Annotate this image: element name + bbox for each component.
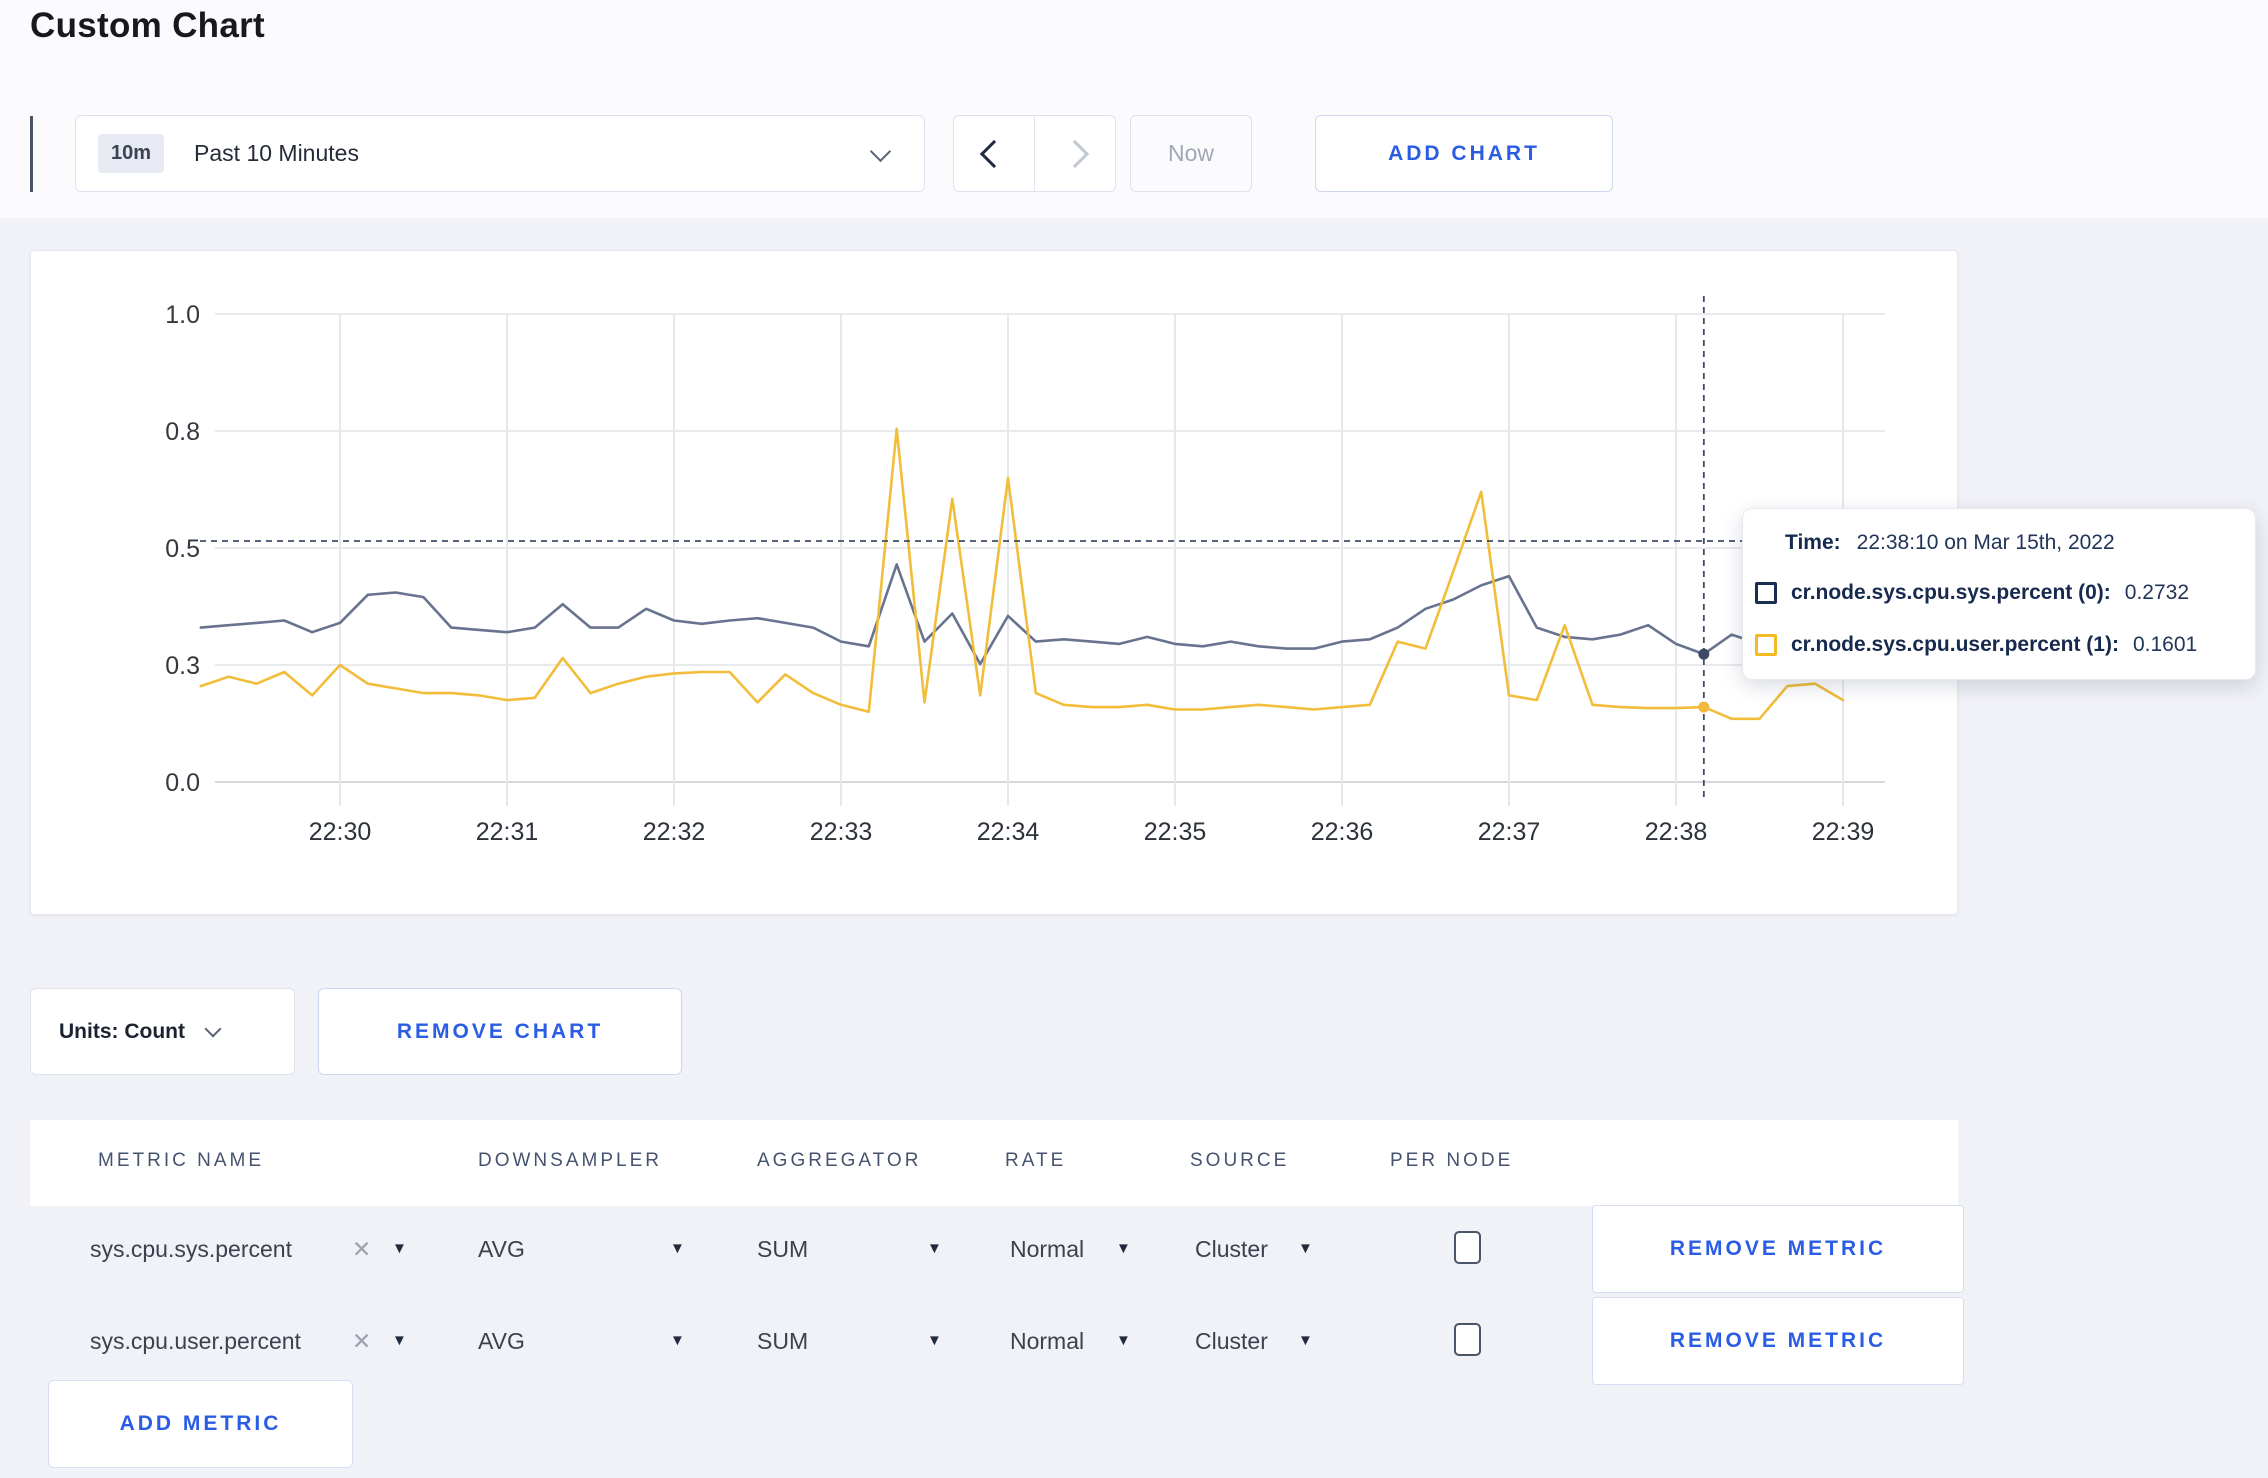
tooltip-time-row: Time: 22:38:10 on Mar 15th, 2022 [1785, 531, 2115, 555]
rate-select[interactable]: Normal [1010, 1236, 1084, 1263]
page-header: Custom Chart 10m Past 10 Minutes Now ADD… [0, 0, 2268, 218]
metric-name-value: sys.cpu.sys.percent [90, 1236, 292, 1262]
clear-metric-icon[interactable]: ✕ [352, 1328, 371, 1355]
aggregator-select[interactable]: SUM [757, 1328, 808, 1355]
now-button[interactable]: Now [1130, 115, 1252, 192]
source-select[interactable]: Cluster [1195, 1328, 1268, 1355]
time-range-badge: 10m [98, 134, 165, 173]
chevron-right-icon [1060, 139, 1090, 168]
time-range-label: Past 10 Minutes [194, 140, 359, 166]
tooltip-series-row: cr.node.sys.cpu.sys.percent (0): 0.2732 [1755, 581, 2189, 605]
col-header-source: SOURCE [1190, 1150, 1290, 1171]
series-swatch-icon [1755, 634, 1777, 656]
aggregator-dropdown-icon[interactable]: ▼ [927, 1240, 942, 1257]
chart-tooltip: Time: 22:38:10 on Mar 15th, 2022 cr.node.… [1742, 508, 2256, 680]
rate-dropdown-icon[interactable]: ▼ [1116, 1332, 1131, 1349]
downsampler-dropdown-icon[interactable]: ▼ [670, 1332, 685, 1349]
series-swatch-icon [1755, 582, 1777, 604]
tooltip-series-label: cr.node.sys.cpu.sys.percent (0): [1791, 581, 2111, 604]
time-next-button[interactable] [1034, 116, 1115, 191]
add-metric-button[interactable]: ADD METRIC [48, 1380, 353, 1468]
units-select[interactable]: Units: Count [30, 988, 295, 1075]
rate-select[interactable]: Normal [1010, 1328, 1084, 1355]
metric-dropdown-icon[interactable]: ▼ [392, 1332, 407, 1349]
col-header-per-node: PER NODE [1390, 1150, 1514, 1171]
tooltip-series-value: 0.1601 [2132, 633, 2198, 656]
tooltip-series-label: cr.node.sys.cpu.user.percent (1): [1791, 633, 2119, 656]
downsampler-select[interactable]: AVG [478, 1236, 525, 1263]
metric-name-value: sys.cpu.user.percent [90, 1328, 301, 1354]
remove-metric-button[interactable]: REMOVE METRIC [1592, 1205, 1964, 1293]
remove-metric-button[interactable]: REMOVE METRIC [1592, 1297, 1964, 1385]
table-row: sys.cpu.user.percent ✕ ▼ AVG ▼ SUM ▼ Nor… [30, 1297, 1964, 1389]
toolbar-left-rule [30, 116, 33, 192]
col-header-aggregator: AGGREGATOR [757, 1150, 922, 1171]
chevron-down-icon [869, 140, 892, 163]
chevron-left-icon [979, 139, 1009, 168]
add-chart-button[interactable]: ADD CHART [1315, 115, 1613, 192]
per-node-checkbox[interactable] [1454, 1231, 1481, 1264]
downsampler-dropdown-icon[interactable]: ▼ [670, 1240, 685, 1257]
col-header-downsampler: DOWNSAMPLER [478, 1150, 662, 1171]
tooltip-series-row: cr.node.sys.cpu.user.percent (1): 0.1601 [1755, 633, 2197, 657]
page-title: Custom Chart [30, 6, 265, 45]
aggregator-dropdown-icon[interactable]: ▼ [927, 1332, 942, 1349]
aggregator-select[interactable]: SUM [757, 1236, 808, 1263]
source-select[interactable]: Cluster [1195, 1236, 1268, 1263]
downsampler-select[interactable]: AVG [478, 1328, 525, 1355]
per-node-checkbox[interactable] [1454, 1323, 1481, 1356]
time-prev-button[interactable] [954, 116, 1034, 191]
metric-table-header: METRIC NAME DOWNSAMPLER AGGREGATOR RATE … [30, 1120, 1958, 1206]
col-header-metric-name: METRIC NAME [98, 1150, 264, 1171]
time-range-select[interactable]: 10m Past 10 Minutes [75, 115, 925, 192]
metric-dropdown-icon[interactable]: ▼ [392, 1240, 407, 1257]
source-dropdown-icon[interactable]: ▼ [1298, 1332, 1313, 1349]
time-pager [953, 115, 1116, 192]
rate-dropdown-icon[interactable]: ▼ [1116, 1240, 1131, 1257]
col-header-rate: RATE [1005, 1150, 1067, 1171]
tooltip-time-value: 22:38:10 on Mar 15th, 2022 [1856, 531, 2115, 554]
tooltip-time-label: Time: [1785, 531, 1841, 554]
chart-panel[interactable] [30, 250, 1958, 915]
source-dropdown-icon[interactable]: ▼ [1298, 1240, 1313, 1257]
clear-metric-icon[interactable]: ✕ [352, 1236, 371, 1263]
units-label: Units: Count [59, 1019, 185, 1043]
chevron-down-icon [204, 1020, 222, 1037]
table-row: sys.cpu.sys.percent ✕ ▼ AVG ▼ SUM ▼ Norm… [30, 1205, 1964, 1297]
remove-chart-button[interactable]: REMOVE CHART [318, 988, 682, 1075]
tooltip-series-value: 0.2732 [2124, 581, 2190, 604]
